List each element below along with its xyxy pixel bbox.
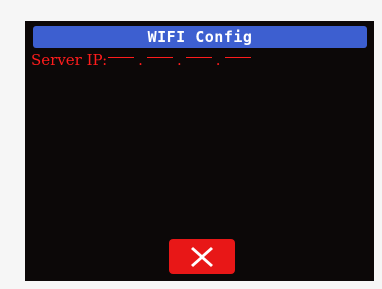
server-ip-label: Server IP: — [31, 51, 108, 69]
ip-octet-4-field[interactable] — [224, 56, 251, 58]
ip-separator: . — [138, 51, 143, 69]
server-ip-row: Server IP: . . . — [31, 50, 252, 70]
page: WIFI Config Server IP: . . . — [0, 0, 382, 289]
ip-octet-2-field[interactable] — [146, 56, 173, 58]
device-screen: WIFI Config Server IP: . . . — [25, 21, 374, 281]
title-bar: WIFI Config — [33, 26, 367, 48]
ip-octet-1-field[interactable] — [108, 56, 135, 58]
ip-octet-3-field[interactable] — [185, 56, 212, 58]
page-title: WIFI Config — [147, 28, 253, 46]
close-icon — [191, 246, 213, 267]
ip-separator: . — [215, 51, 221, 69]
ip-separator: . — [176, 51, 182, 69]
close-button[interactable] — [169, 239, 235, 274]
